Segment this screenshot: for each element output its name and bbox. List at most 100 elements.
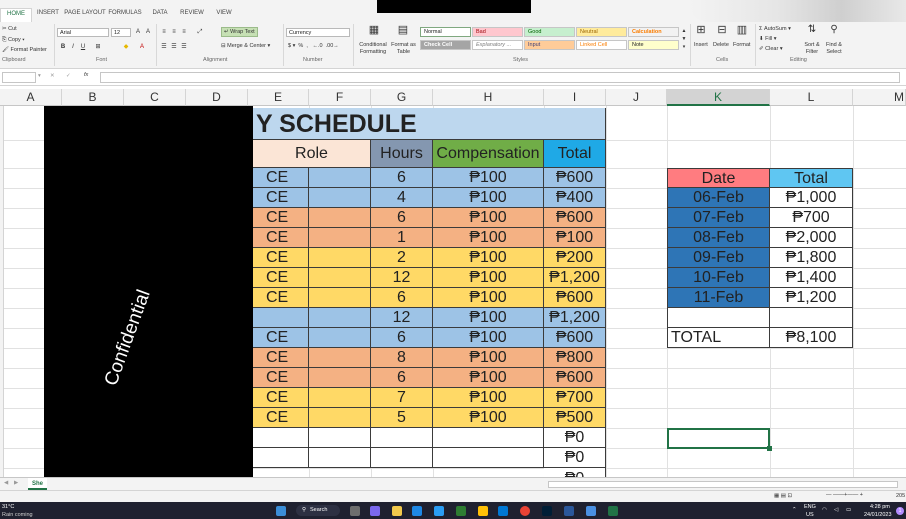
cell-compensation[interactable]: ₱100	[433, 368, 544, 388]
align-center-icon[interactable]: ☰	[170, 43, 178, 51]
font-size-select[interactable]: 12	[111, 28, 131, 37]
app-icon[interactable]	[434, 506, 444, 516]
namebox-dropdown-icon[interactable]: ▾	[38, 73, 41, 79]
cell-hours[interactable]: 6	[371, 288, 433, 308]
summary-date-cell[interactable]: 06-Feb	[667, 188, 770, 208]
sort-filter-icon[interactable]: ⇅	[806, 25, 818, 40]
summary-total-cell[interactable]: ₱2,000	[770, 228, 853, 248]
cell-hours[interactable]	[371, 428, 433, 448]
summary-total-label[interactable]: TOTAL	[667, 328, 770, 348]
cell-role[interactable]: CE	[253, 408, 309, 428]
column-header-b[interactable]: B	[62, 89, 124, 106]
number-format-buttons[interactable]: $ ▾ % , ←.0 .00→	[288, 43, 339, 49]
volume-icon[interactable]: ◁	[834, 507, 838, 513]
format-cells-button[interactable]: Format	[733, 42, 750, 48]
photoshop-icon[interactable]	[542, 506, 552, 516]
cell-total[interactable]: ₱800	[544, 348, 606, 368]
cell-hours[interactable]: 6	[371, 168, 433, 188]
cell-hours[interactable]: 12	[371, 268, 433, 288]
style-linked-cell[interactable]: Linked Cell	[576, 40, 627, 50]
summary-header-date[interactable]: Date	[667, 168, 770, 188]
style-neutral[interactable]: Neutral	[576, 27, 627, 37]
grow-font-button[interactable]: A	[134, 28, 142, 36]
summary-date-cell[interactable]: 11-Feb	[667, 288, 770, 308]
align-middle-icon[interactable]: ≡	[170, 28, 178, 36]
cell-role[interactable]: CE	[253, 168, 309, 188]
summary-total-cell[interactable]: ₱700	[770, 208, 853, 228]
delete-cells-button[interactable]: Delete	[713, 42, 729, 48]
cell-total[interactable]: ₱600	[544, 288, 606, 308]
cell-role-blank[interactable]	[309, 428, 371, 448]
chevron-up-icon[interactable]: ⌃	[792, 507, 797, 513]
cell-compensation[interactable]: ₱100	[433, 208, 544, 228]
summary-date-cell[interactable]: 07-Feb	[667, 208, 770, 228]
cell-hours[interactable]: 6	[371, 368, 433, 388]
style-bad[interactable]: Bad	[472, 27, 523, 37]
cut-button[interactable]: ✂ Cut	[2, 26, 17, 32]
cell-hours[interactable]: 6	[371, 208, 433, 228]
style-explanatory[interactable]: Explanatory ...	[472, 40, 523, 50]
cell-role[interactable]: CE	[253, 268, 309, 288]
column-header-j[interactable]: J	[606, 89, 667, 106]
formula-cancel-icon[interactable]: ✕	[50, 73, 55, 79]
align-right-icon[interactable]: ☰	[180, 43, 188, 51]
cell-total[interactable]: ₱1,200	[544, 268, 606, 288]
cell-role-blank[interactable]	[309, 188, 371, 208]
active-cell-selection[interactable]	[667, 428, 770, 449]
style-normal[interactable]: Normal	[420, 27, 471, 37]
italic-button[interactable]: I	[69, 43, 77, 51]
cell-hours[interactable]: 1	[371, 228, 433, 248]
clear-button[interactable]: ✐ Clear ▾	[759, 46, 783, 52]
style-input[interactable]: Input	[524, 40, 575, 50]
summary-total-cell[interactable]: ₱1,000	[770, 188, 853, 208]
format-painter-button[interactable]: 🖌 Format Painter	[2, 47, 47, 53]
wrap-text-button[interactable]: ↵ Wrap Text	[221, 27, 258, 37]
autosum-button[interactable]: Σ AutoSum ▾	[759, 26, 791, 32]
notification-badge[interactable]: 1	[896, 507, 904, 515]
cell-role-blank[interactable]	[309, 308, 371, 328]
summary-date-cell[interactable]: 09-Feb	[667, 248, 770, 268]
cell-role-blank[interactable]	[309, 228, 371, 248]
cell-compensation[interactable]: ₱100	[433, 408, 544, 428]
summary-header-total[interactable]: Total	[770, 168, 853, 188]
sheet-tab[interactable]: She	[28, 478, 48, 490]
copy-button[interactable]: ⎘ Copy ▾	[2, 37, 25, 44]
name-box[interactable]	[2, 72, 36, 83]
style-check-cell[interactable]: Check Cell	[420, 40, 471, 50]
cell-role[interactable]: CE	[253, 388, 309, 408]
cell-compensation[interactable]: ₱100	[433, 348, 544, 368]
cell-role-blank[interactable]	[309, 368, 371, 388]
insert-cells-icon[interactable]: ⊞	[695, 25, 707, 40]
cell-hours[interactable]	[371, 448, 433, 468]
style-note[interactable]: Note	[628, 40, 679, 50]
shrink-font-button[interactable]: A	[144, 28, 152, 36]
schedule-title[interactable]: Y SCHEDULE	[253, 108, 606, 140]
clock-date[interactable]: 24/01/2023	[864, 512, 892, 518]
file-explorer-icon[interactable]	[392, 506, 402, 516]
cell-total[interactable]: ₱600	[544, 328, 606, 348]
cell-role-blank[interactable]	[309, 288, 371, 308]
sort-filter-button[interactable]: Sort & Filter	[802, 42, 822, 56]
binoculars-icon[interactable]: ⚲	[828, 25, 840, 40]
summary-blank-date[interactable]	[667, 308, 770, 328]
column-header-f[interactable]: F	[309, 89, 371, 106]
cell-compensation[interactable]: ₱100	[433, 188, 544, 208]
sheet-nav-prev-icon[interactable]: ◀	[4, 480, 8, 486]
cell-role-blank[interactable]	[309, 248, 371, 268]
cell-role-blank[interactable]	[309, 408, 371, 428]
view-buttons[interactable]: ▦ ▤ ⊡	[774, 493, 792, 499]
chrome-icon[interactable]	[520, 506, 530, 516]
cell-compensation[interactable]: ₱100	[433, 288, 544, 308]
header-role[interactable]: Role	[253, 140, 371, 168]
cell-total[interactable]: ₱500	[544, 408, 606, 428]
chat-icon[interactable]	[370, 506, 380, 516]
delete-cells-icon[interactable]: ⊟	[716, 25, 728, 40]
summary-date-cell[interactable]: 10-Feb	[667, 268, 770, 288]
cell-compensation[interactable]: ₱100	[433, 308, 544, 328]
cell-total[interactable]: ₱600	[544, 168, 606, 188]
windows-start-icon[interactable]	[276, 506, 286, 516]
column-header-k[interactable]: K	[667, 89, 770, 106]
summary-total-cell[interactable]: ₱1,800	[770, 248, 853, 268]
cell-total[interactable]: ₱700	[544, 388, 606, 408]
cell-total[interactable]: ₱1,200	[544, 308, 606, 328]
